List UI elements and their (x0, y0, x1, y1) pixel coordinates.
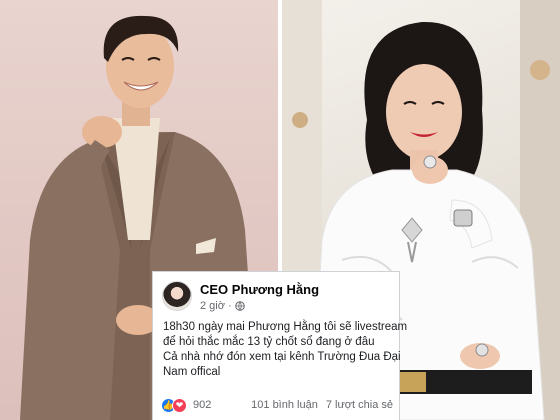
love-icon: ❤ (172, 397, 187, 413)
comment-count[interactable]: 101 bình luận (251, 399, 318, 411)
globe-icon (234, 301, 245, 311)
reaction-icons[interactable]: 👍 ❤ (161, 397, 187, 413)
post-body: 18h30 ngày mai Phương Hằng tôi sẽ livest… (163, 320, 408, 380)
author-name[interactable]: CEO Phương Hằng (200, 282, 319, 297)
share-count[interactable]: 7 lượt chia sẻ (326, 399, 393, 411)
post-body-line: để hỏi thắc mắc 13 tỷ chốt sổ đang ở đâu (163, 336, 375, 348)
post-body-line: Cả nhà nhớ đón xem tại kênh Trường Đua Đ… (163, 351, 401, 363)
post-header: CEO Phương Hằng 2 giờ · (162, 281, 391, 313)
post-meta: 2 giờ · (200, 300, 245, 312)
reaction-count[interactable]: 902 (193, 399, 211, 411)
facebook-post-card: CEO Phương Hằng 2 giờ · 18h30 ngày mai P… (152, 271, 408, 420)
author-avatar[interactable] (162, 281, 192, 311)
post-body-line: 18h30 ngày mai Phương Hằng tôi sẽ livest… (163, 321, 408, 333)
post-body-line: Nam offical (163, 366, 221, 378)
post-footer: 👍 ❤ 902 101 bình luận 7 lượt chia sẻ (161, 396, 393, 414)
meta-separator: · (227, 300, 232, 312)
post-time[interactable]: 2 giờ (200, 300, 225, 312)
